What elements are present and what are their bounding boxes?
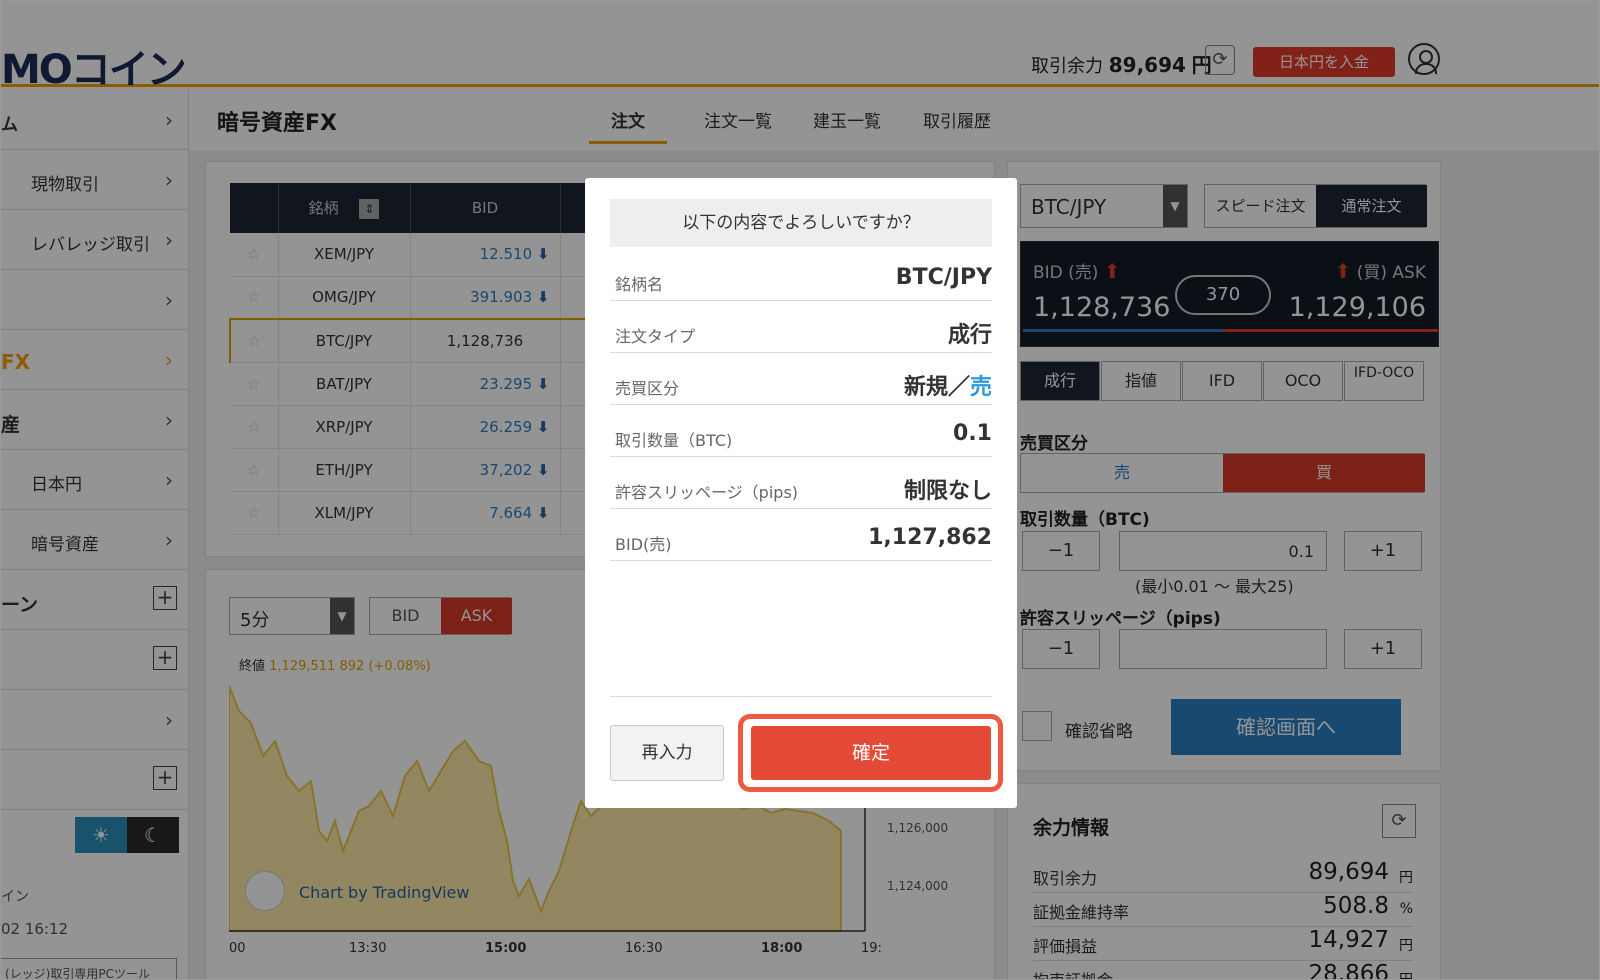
dialog-question: 以下の内容でよろしいですか？	[610, 199, 992, 247]
app-window: MOコイン 取引余力 89,694 円 ⟳ 日本円を入金 ム › 現物取引 › レバ…	[0, 0, 1600, 980]
reenter-button[interactable]: 再入力	[610, 725, 724, 781]
dialog-row-order-type: 注文タイプ 成行	[610, 301, 992, 353]
dialog-row-quantity: 取引数量（BTC) 0.1	[610, 405, 992, 457]
dialog-row-slippage: 許容スリッページ（pips) 制限なし	[610, 457, 992, 509]
confirm-dialog: 以下の内容でよろしいですか？ 銘柄名 BTC/JPY 注文タイプ 成行 売買区分 新規…	[585, 178, 1017, 808]
dialog-row-pair: 銘柄名 BTC/JPY	[610, 249, 992, 301]
dialog-divider	[610, 696, 992, 697]
dialog-row-bid: BID(売) 1,127,862	[610, 509, 992, 561]
dialog-row-side: 売買区分 新規／売	[610, 353, 992, 405]
confirm-button[interactable]: 確定	[751, 726, 991, 780]
